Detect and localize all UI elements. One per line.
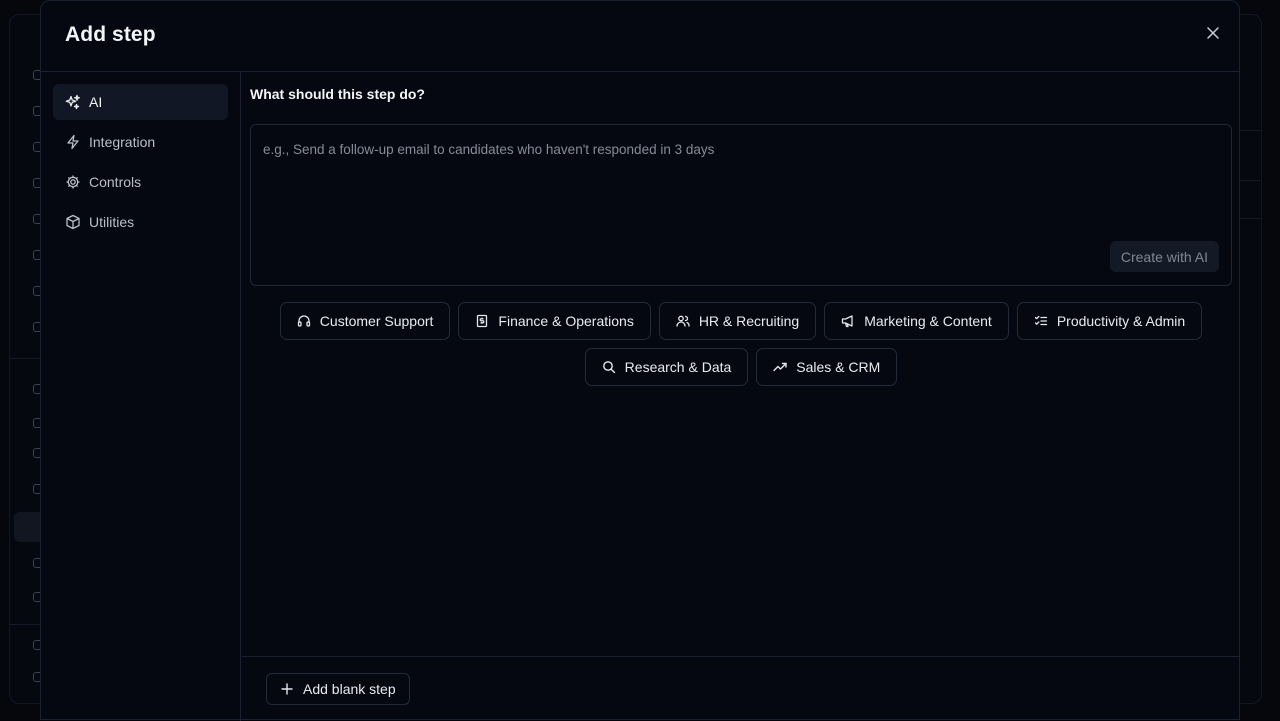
prompt-label: What should this step do? (250, 86, 425, 102)
megaphone-icon (841, 314, 855, 328)
lightning-icon (65, 134, 81, 150)
category-chips: Customer Support Finance & Operations HR… (250, 302, 1232, 386)
headphones-icon (297, 314, 311, 328)
chip-label: Research & Data (624, 359, 732, 375)
nav-item-label: Integration (89, 134, 156, 150)
gear-icon (65, 174, 81, 190)
add-step-modal: Add step AI Integration Controls Utiliti… (40, 0, 1240, 721)
category-chip-hr-recruiting[interactable]: HR & Recruiting (658, 302, 817, 340)
close-icon (1206, 26, 1220, 40)
trending-up-icon (773, 360, 787, 374)
nav-item-label: Utilities (89, 214, 135, 230)
checklist-icon (1034, 314, 1048, 328)
nav-item-ai[interactable]: AI (53, 84, 228, 120)
modal-header: Add step (41, 1, 1239, 72)
step-description-input[interactable] (251, 125, 1231, 285)
chip-label: Sales & CRM (796, 359, 881, 375)
chip-label: Finance & Operations (498, 313, 634, 329)
nav-item-controls[interactable]: Controls (53, 164, 228, 200)
category-chip-sales-crm[interactable]: Sales & CRM (756, 348, 898, 386)
background-divider (1238, 130, 1262, 131)
nav-item-label: Controls (89, 174, 142, 190)
modal-footer: Add blank step (242, 656, 1240, 721)
receipt-icon (475, 314, 489, 328)
chip-label: Marketing & Content (864, 313, 992, 329)
create-with-ai-button[interactable]: Create with AI (1109, 241, 1219, 272)
box-icon (65, 214, 81, 230)
chip-label: Customer Support (319, 313, 434, 329)
search-icon (602, 360, 616, 374)
category-chip-finance-operations[interactable]: Finance & Operations (458, 302, 651, 340)
chip-label: Productivity & Admin (1056, 313, 1186, 329)
add-blank-step-label: Add blank step (303, 681, 396, 697)
category-chip-marketing-content[interactable]: Marketing & Content (824, 302, 1009, 340)
users-icon (676, 314, 690, 328)
close-button[interactable] (1201, 21, 1225, 45)
add-blank-step-button[interactable]: Add blank step (266, 673, 410, 705)
prompt-box: Create with AI (250, 124, 1232, 286)
nav-item-label: AI (89, 94, 103, 110)
step-type-nav: AI Integration Controls Utilities (41, 72, 241, 721)
background-divider (1238, 180, 1262, 181)
chip-label: HR & Recruiting (698, 313, 800, 329)
category-chip-productivity-admin[interactable]: Productivity & Admin (1016, 302, 1203, 340)
category-chip-customer-support[interactable]: Customer Support (279, 302, 451, 340)
nav-item-utilities[interactable]: Utilities (53, 204, 228, 240)
modal-title: Add step (65, 23, 156, 46)
background-divider (1238, 218, 1262, 219)
sparkles-icon (65, 94, 81, 110)
nav-item-integration[interactable]: Integration (53, 124, 228, 160)
category-chip-research-data[interactable]: Research & Data (584, 348, 749, 386)
ai-step-content: What should this step do? Create with AI… (242, 72, 1240, 721)
plus-icon (280, 682, 294, 696)
